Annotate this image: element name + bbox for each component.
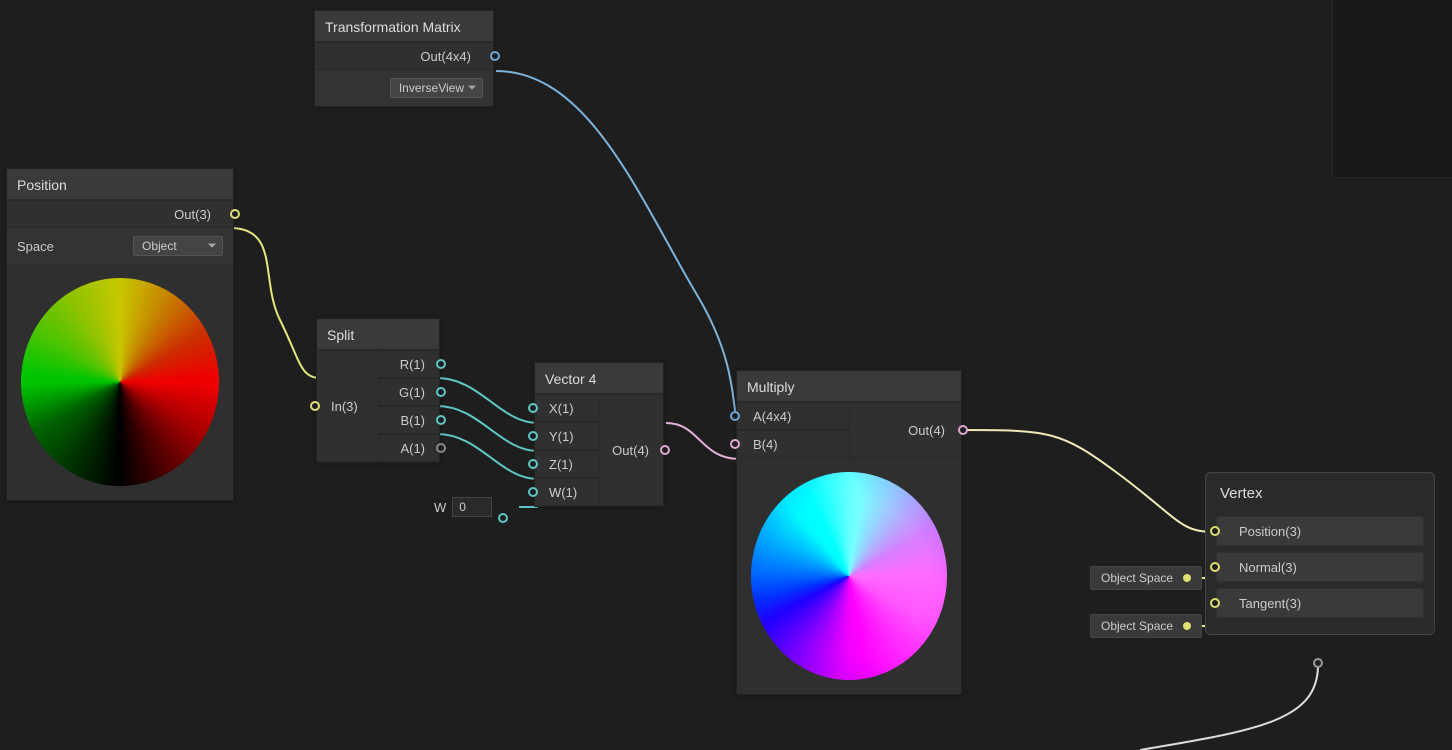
output-row-a: A(1) bbox=[379, 434, 440, 462]
port-in-b-4[interactable] bbox=[730, 439, 740, 449]
node-title: Vector 4 bbox=[535, 363, 663, 394]
port-out-3[interactable] bbox=[230, 209, 240, 219]
port-out-4[interactable] bbox=[660, 445, 670, 455]
space-row: Space Object bbox=[7, 228, 233, 264]
vertex-tangent-slot[interactable]: Tangent(3) bbox=[1216, 588, 1424, 618]
output-row-b: B(1) bbox=[379, 406, 440, 434]
multiply-body: A(4x4) B(4) Out(4) bbox=[737, 402, 961, 458]
w-scalar-input[interactable] bbox=[452, 497, 492, 517]
output-row-out4: Out(4) bbox=[600, 394, 664, 506]
vertex-position-slot[interactable]: Position(3) bbox=[1216, 516, 1424, 546]
port-in-z[interactable] bbox=[528, 459, 538, 469]
w-scalar-port[interactable] bbox=[498, 513, 508, 523]
vertex-bottom-port[interactable] bbox=[1313, 658, 1323, 668]
split-body: In(3) R(1) G(1) B(1) A(1) bbox=[317, 350, 439, 462]
output-row-out4: Out(4) bbox=[850, 402, 962, 458]
preview-area bbox=[7, 264, 233, 500]
matrix-type-row: InverseView bbox=[315, 70, 493, 106]
position-preview-sphere bbox=[21, 278, 219, 486]
port-in-w[interactable] bbox=[528, 487, 538, 497]
input-row-b: B(4) bbox=[737, 430, 849, 458]
w-scalar-field-group: W bbox=[434, 496, 508, 518]
port-in-y[interactable] bbox=[528, 431, 538, 441]
minimap-panel[interactable] bbox=[1332, 0, 1452, 178]
multiply-preview-sphere bbox=[751, 472, 947, 680]
input-row-a: A(4x4) bbox=[737, 402, 849, 430]
vertex-normal-slot[interactable]: Normal(3) bbox=[1216, 552, 1424, 582]
output-row-r: R(1) bbox=[379, 350, 440, 378]
node-graph-canvas[interactable]: Transformation Matrix Out(4x4) InverseVi… bbox=[0, 0, 1452, 750]
split-node[interactable]: Split In(3) R(1) G(1) B(1) bbox=[316, 318, 440, 463]
preview-area bbox=[737, 458, 961, 694]
port-in-tangent[interactable] bbox=[1210, 598, 1220, 608]
port-in-normal[interactable] bbox=[1210, 562, 1220, 572]
node-title: Multiply bbox=[737, 371, 961, 402]
node-title: Position bbox=[7, 169, 233, 200]
position-node[interactable]: Position Out(3) Space Object bbox=[6, 168, 234, 501]
port-out-g[interactable] bbox=[436, 387, 446, 397]
node-title: Split bbox=[317, 319, 439, 350]
port-out-4x4[interactable] bbox=[490, 51, 500, 61]
port-in-x[interactable] bbox=[528, 403, 538, 413]
node-title: Vertex bbox=[1206, 473, 1434, 510]
port-out-r[interactable] bbox=[436, 359, 446, 369]
input-row-z: Z(1) bbox=[535, 450, 599, 478]
port-in-3[interactable] bbox=[310, 401, 320, 411]
matrix-type-dropdown[interactable]: InverseView bbox=[390, 78, 483, 98]
input-row-y: Y(1) bbox=[535, 422, 599, 450]
input-row-x: X(1) bbox=[535, 394, 599, 422]
port-in-a-4x4[interactable] bbox=[730, 411, 740, 421]
tangent-space-tag[interactable]: Object Space bbox=[1090, 614, 1202, 638]
port-out-a[interactable] bbox=[436, 443, 446, 453]
vector4-node[interactable]: Vector 4 X(1) Y(1) Z(1) W(1) bbox=[534, 362, 664, 507]
vector4-body: X(1) Y(1) Z(1) W(1) Out(4) bbox=[535, 394, 663, 506]
multiply-node[interactable]: Multiply A(4x4) B(4) Out(4) bbox=[736, 370, 962, 695]
output-row-g: G(1) bbox=[379, 378, 440, 406]
input-row-w: W(1) bbox=[535, 478, 599, 506]
normal-space-tag[interactable]: Object Space bbox=[1090, 566, 1202, 590]
transformation-matrix-node[interactable]: Transformation Matrix Out(4x4) InverseVi… bbox=[314, 10, 494, 107]
node-title: Transformation Matrix bbox=[315, 11, 493, 42]
tag-dot-icon bbox=[1183, 622, 1191, 630]
port-out-b[interactable] bbox=[436, 415, 446, 425]
input-row-in3: In(3) bbox=[317, 350, 378, 462]
output-row-out4x4: Out(4x4) bbox=[315, 42, 493, 70]
space-dropdown[interactable]: Object bbox=[133, 236, 223, 256]
tag-dot-icon bbox=[1183, 574, 1191, 582]
w-field-label: W bbox=[434, 500, 446, 515]
vertex-master-node[interactable]: Vertex Position(3) Normal(3) Tangent(3) bbox=[1205, 472, 1435, 635]
port-in-position[interactable] bbox=[1210, 526, 1220, 536]
port-out-4[interactable] bbox=[958, 425, 968, 435]
output-row-out3: Out(3) bbox=[7, 200, 233, 228]
